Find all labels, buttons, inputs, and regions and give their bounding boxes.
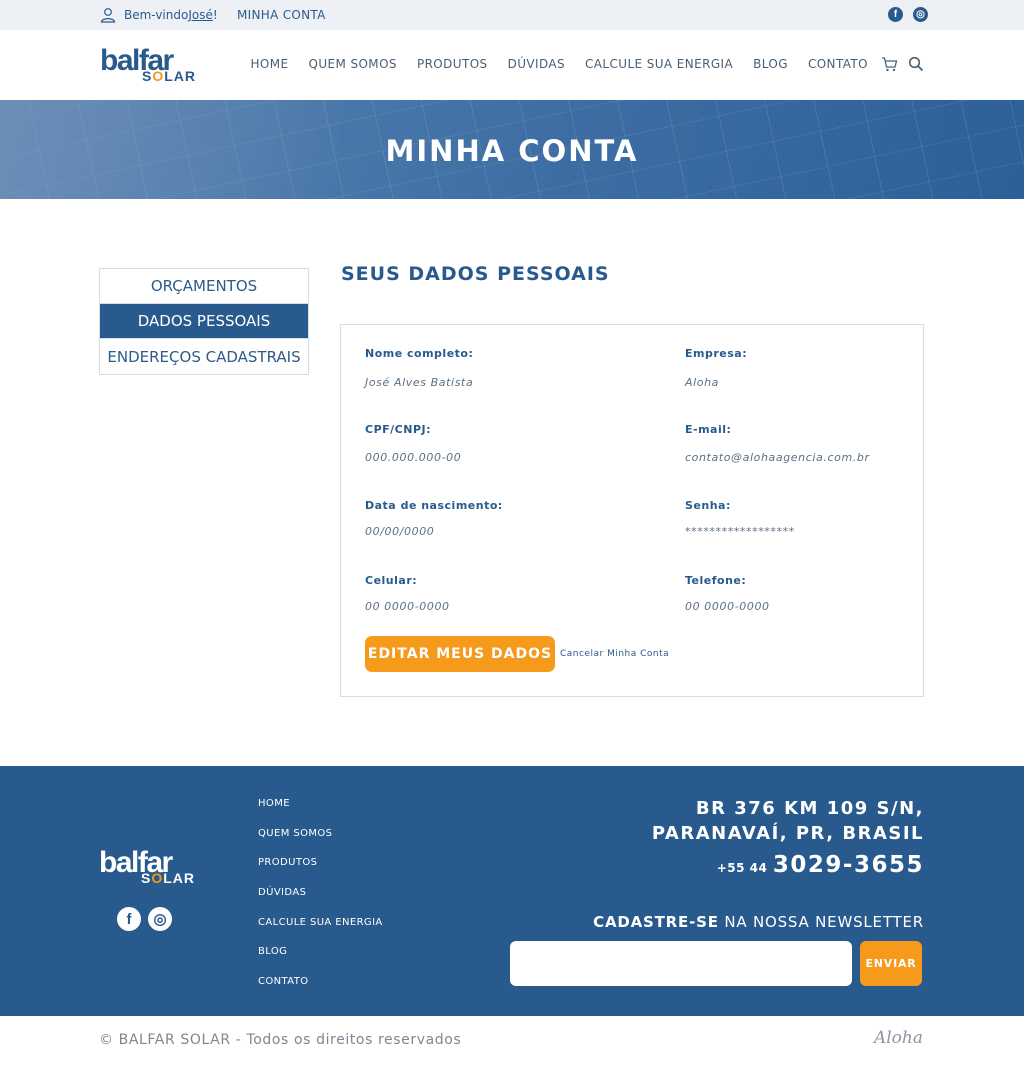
field-label-email: E-mail:: [685, 423, 732, 436]
sidebar-item-enderecos[interactable]: ENDEREÇOS CADASTRAIS: [100, 339, 308, 374]
newsletter-email-input[interactable]: [510, 941, 852, 986]
footer-nav-produtos[interactable]: PRODUTOS: [258, 857, 383, 887]
site-header: balfar SOLAR HOME QUEM SOMOS PRODUTOS DÚ…: [0, 30, 1024, 100]
footer-logo[interactable]: balfar SOLAR: [99, 848, 201, 887]
sidebar-item-dados-pessoais[interactable]: DADOS PESSOAIS: [100, 304, 308, 339]
field-value-nascimento: 00/00/0000: [365, 525, 435, 538]
footer-logo-subtitle: SOLAR: [141, 870, 195, 886]
field-label-celular: Celular:: [365, 574, 418, 587]
logo-subtitle: SOLAR: [142, 68, 196, 84]
footer-address: BR 376 KM 109 S/N, PARANAVAÍ, PR, BRASIL: [652, 796, 924, 846]
field-label-empresa: Empresa:: [685, 347, 748, 360]
header-icons: [881, 56, 924, 72]
site-footer: balfar SOLAR f ◎ HOME QUEM SOMOS PRODUTO…: [0, 766, 1024, 1016]
newsletter-title: CADASTRE-SE NA NOSSA NEWSLETTER: [593, 913, 924, 931]
logo-sub-s: S: [142, 68, 153, 84]
nav-item-calcule[interactable]: CALCULE SUA ENERGIA: [585, 57, 733, 71]
instagram-icon[interactable]: ◎: [913, 7, 928, 22]
cart-icon[interactable]: [881, 56, 898, 72]
footer-nav: HOME QUEM SOMOS PRODUTOS DÚVIDAS CALCULE…: [258, 798, 383, 1006]
facebook-icon[interactable]: f: [117, 907, 141, 931]
field-label-cpf: CPF/CNPJ:: [365, 423, 431, 436]
address-line-2: PARANAVAÍ, PR, BRASIL: [651, 823, 924, 844]
field-value-telefone: 00 0000-0000: [685, 600, 770, 613]
field-value-cpf: 000.000.000-00: [365, 451, 462, 464]
footer-phone: +55 44 3029-3655: [717, 852, 924, 878]
field-label-nome: Nome completo:: [365, 347, 474, 360]
section-title: SEUS DADOS PESSOAIS: [341, 263, 610, 285]
nav-item-contato[interactable]: CONTATO: [808, 57, 868, 71]
nav-item-quem-somos[interactable]: QUEM SOMOS: [308, 57, 396, 71]
newsletter-title-bold: CADASTRE-SE: [593, 913, 719, 931]
account-sidebar: ORÇAMENTOS DADOS PESSOAIS ENDEREÇOS CADA…: [99, 268, 309, 375]
agency-logo[interactable]: Aloha: [874, 1028, 923, 1048]
user-name-link[interactable]: José: [188, 8, 213, 22]
copyright-text: © BALFAR SOLAR - Todos os direitos reser…: [99, 1032, 462, 1048]
footer-nav-contato[interactable]: CONTATO: [258, 976, 383, 1006]
main-nav: HOME QUEM SOMOS PRODUTOS DÚVIDAS CALCULE…: [230, 56, 924, 72]
bottom-bar: © BALFAR SOLAR - Todos os direitos reser…: [0, 1016, 1024, 1065]
sidebar-item-orcamentos[interactable]: ORÇAMENTOS: [100, 269, 308, 304]
field-value-empresa: Aloha: [685, 376, 720, 389]
footer-nav-quem-somos[interactable]: QUEM SOMOS: [258, 828, 383, 858]
footer-logo-sub-lar: LAR: [163, 870, 196, 886]
welcome-message: Bem-vindo José!: [100, 7, 218, 23]
nav-item-produtos[interactable]: PRODUTOS: [417, 57, 488, 71]
top-social-links: f ◎: [888, 7, 928, 22]
cancel-account-link[interactable]: Cancelar Minha Conta: [560, 649, 669, 659]
nav-item-blog[interactable]: BLOG: [753, 57, 788, 71]
welcome-suffix: !: [212, 8, 218, 22]
top-bar: Bem-vindo José! MINHA CONTA f ◎: [0, 0, 1024, 30]
field-value-celular: 00 0000-0000: [365, 600, 450, 613]
user-icon: [100, 8, 116, 23]
page-title: MINHA CONTA: [385, 134, 639, 168]
footer-nav-calcule[interactable]: CALCULE SUA ENERGIA: [258, 917, 383, 947]
footer-nav-home[interactable]: HOME: [258, 798, 383, 828]
footer-social-links: f ◎: [117, 907, 172, 931]
newsletter-title-rest: NA NOSSA NEWSLETTER: [718, 913, 924, 931]
instagram-icon[interactable]: ◎: [148, 907, 172, 931]
page-banner: MINHA CONTA: [0, 100, 1024, 199]
field-label-telefone: Telefone:: [685, 574, 747, 587]
footer-logo-sub-s: S: [141, 870, 152, 886]
footer-logo-sub-o: O: [151, 870, 164, 886]
field-value-email: contato@alohaagencia.com.br: [685, 451, 870, 464]
field-label-senha: Senha:: [685, 499, 731, 512]
personal-data-panel: Nome completo: José Alves Batista Empres…: [340, 324, 924, 697]
nav-item-duvidas[interactable]: DÚVIDAS: [508, 57, 565, 71]
address-line-1: BR 376 KM 109 S/N,: [695, 798, 924, 819]
logo-sub-o: O: [152, 68, 165, 84]
logo-sub-lar: LAR: [164, 68, 197, 84]
field-label-nascimento: Data de nascimento:: [365, 499, 503, 512]
facebook-icon[interactable]: f: [888, 7, 903, 22]
my-account-link[interactable]: MINHA CONTA: [237, 8, 326, 22]
field-value-nome: José Alves Batista: [365, 376, 474, 389]
newsletter-submit-button[interactable]: ENVIAR: [860, 941, 922, 986]
welcome-prefix: Bem-vindo: [124, 8, 189, 22]
balfar-solar-logo[interactable]: balfar SOLAR: [100, 46, 202, 85]
search-icon[interactable]: [908, 56, 924, 72]
phone-number: 3029-3655: [772, 852, 924, 878]
field-value-senha: ******************: [685, 525, 795, 538]
nav-item-home[interactable]: HOME: [250, 57, 288, 71]
edit-data-button[interactable]: EDITAR MEUS DADOS: [365, 636, 555, 672]
phone-prefix: +55 44: [716, 861, 768, 875]
footer-nav-duvidas[interactable]: DÚVIDAS: [258, 887, 383, 917]
footer-nav-blog[interactable]: BLOG: [258, 946, 383, 976]
